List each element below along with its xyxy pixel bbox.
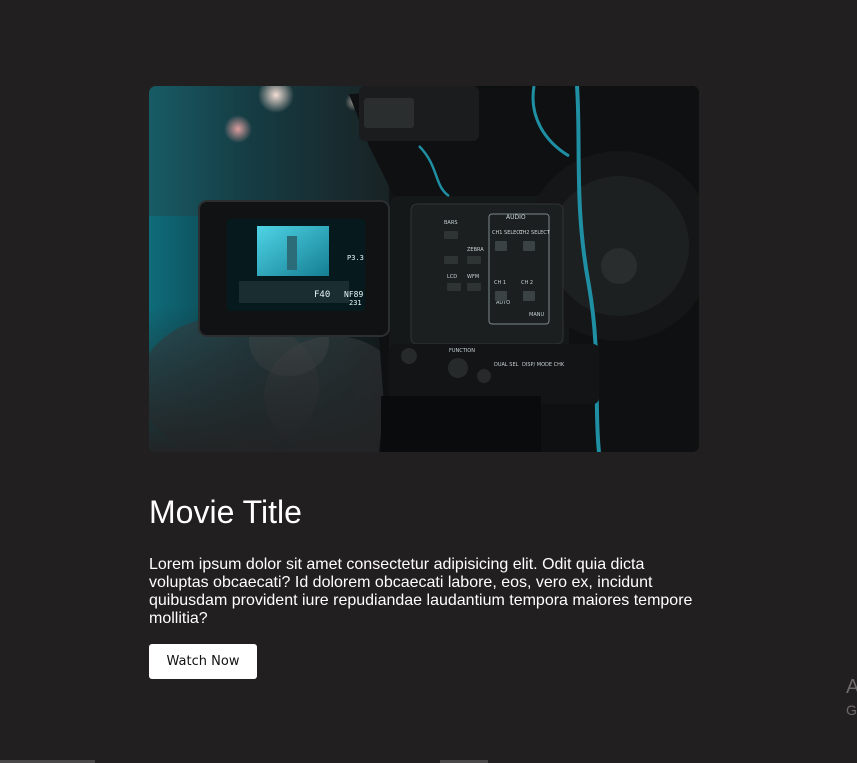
movie-description: Lorem ipsum dolor sit amet consectetur a…	[149, 556, 693, 627]
movie-card: F40 NF89 P3.3 231 AUDIO CH1 SELECT CH2 S…	[149, 86, 699, 679]
panel-bars: BARS	[444, 220, 458, 226]
panel-ch2: CH 2	[521, 280, 533, 286]
panel-ch2-select: CH2 SELECT	[519, 230, 551, 236]
panel-disp-mode: DISP/ MODE CHK	[522, 362, 565, 368]
offscreen-heading-fragment: A	[846, 676, 857, 698]
movie-image: F40 NF89 P3.3 231 AUDIO CH1 SELECT CH2 S…	[149, 86, 699, 452]
panel-wfm: WFM	[467, 274, 479, 280]
watch-now-button[interactable]: Watch Now	[149, 644, 257, 679]
panel-audio: AUDIO	[506, 214, 526, 221]
panel-dual-sel: DUAL SEL	[494, 362, 519, 368]
page: F40 NF89 P3.3 231 AUDIO CH1 SELECT CH2 S…	[0, 0, 857, 763]
panel-lcd: LCD	[447, 274, 457, 280]
panel-function: FUNCTION	[449, 348, 475, 354]
panel-zebra: ZEBRA	[467, 247, 484, 253]
camera-screen-count: 231	[349, 299, 362, 307]
panel-ch1: CH 1	[494, 280, 506, 286]
offscreen-text-fragment: G	[846, 702, 857, 718]
camera-screen-nf: NF89	[344, 290, 363, 299]
panel-manu: MANU	[529, 312, 544, 318]
camera-screen-f: F40	[314, 290, 330, 300]
movie-title: Movie Title	[149, 494, 302, 530]
camera-photo: F40 NF89 P3.3 231 AUDIO CH1 SELECT CH2 S…	[149, 86, 699, 452]
camera-screen-p: P3.3	[347, 254, 364, 262]
